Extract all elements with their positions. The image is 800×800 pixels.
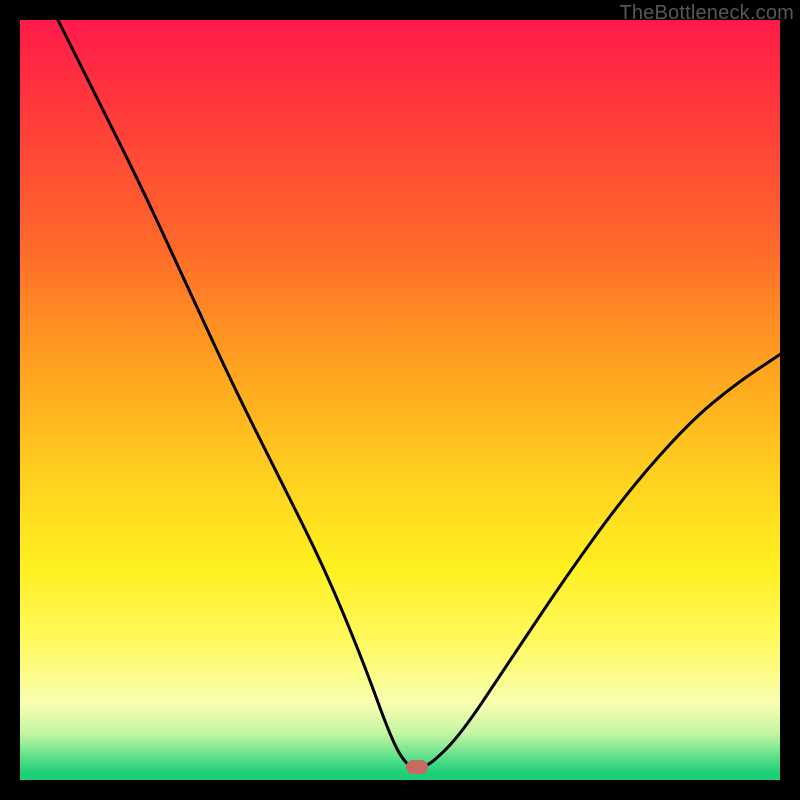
curve-layer <box>20 20 780 780</box>
optimal-marker <box>406 760 428 774</box>
chart-stage: TheBottleneck.com <box>0 0 800 800</box>
bottleneck-curve <box>58 20 780 767</box>
plot-area <box>20 20 780 780</box>
